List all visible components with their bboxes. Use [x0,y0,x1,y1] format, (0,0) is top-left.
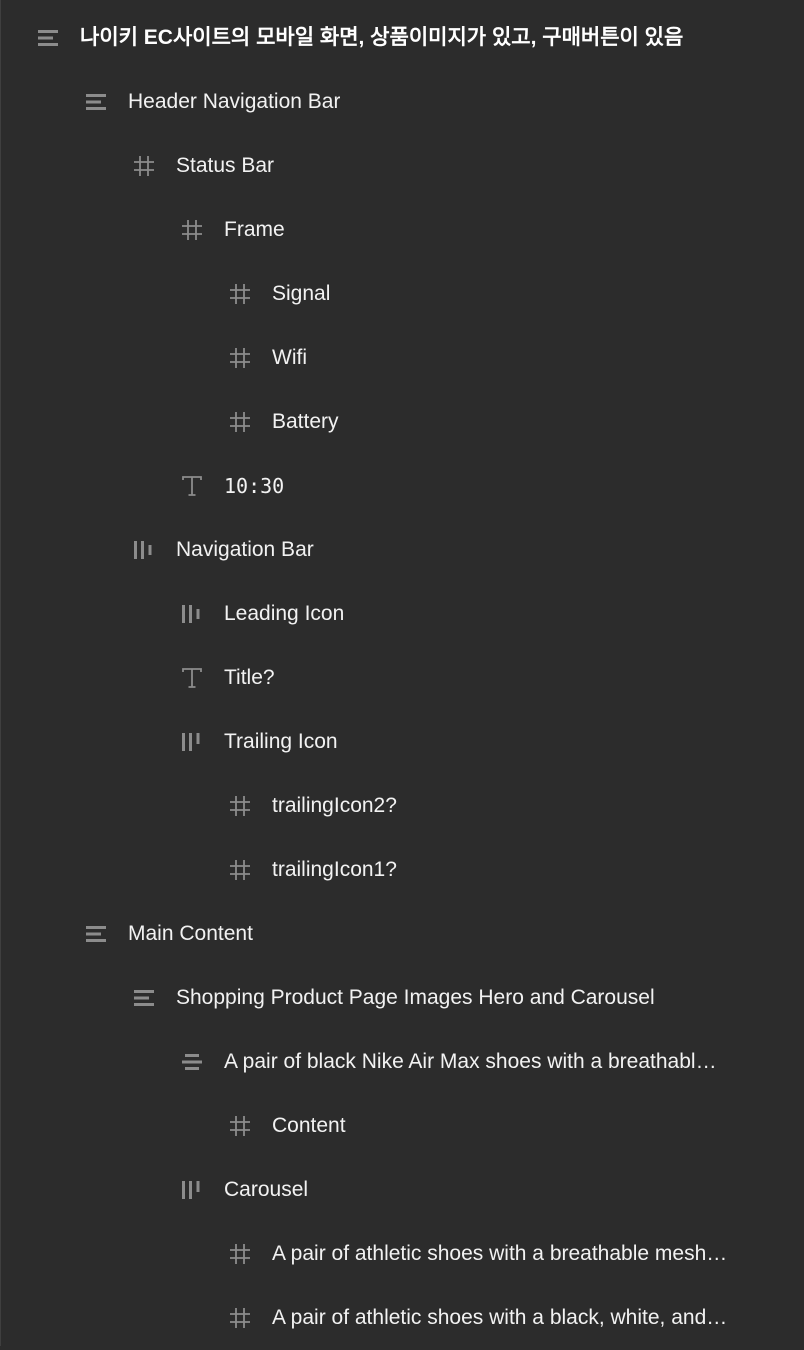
layer-label: Content [272,1114,346,1137]
layer-row-a-pair-of-athletic-shoes-with-a-black-white-and[interactable]: A pair of athletic shoes with a black, w… [0,1286,804,1350]
layer-label: Main Content [128,922,253,945]
layer-row-10-30[interactable]: 10:30 [0,454,804,518]
layer-row-carousel[interactable]: Carousel [0,1158,804,1222]
vertical-stack-icon [36,26,60,50]
layers-panel: 나이키 EC사이트의 모바일 화면, 상품이미지가 있고, 구매버튼이 있음 He… [0,6,804,1350]
layer-label: Shopping Product Page Images Hero and Ca… [176,986,655,1009]
layer-label: Signal [272,282,331,305]
frame-icon [228,1114,252,1138]
frame-icon [132,154,156,178]
frame-icon [180,218,204,242]
layer-row-trailingicon2[interactable]: trailingIcon2? [0,774,804,838]
layer-label: Leading Icon [224,602,345,625]
layer-row-title[interactable]: Title? [0,646,804,710]
layer-label: A pair of athletic shoes with a breathab… [272,1242,728,1265]
layer-label: Trailing Icon [224,730,338,753]
layer-label: trailingIcon2? [272,794,397,817]
frame-icon [228,410,252,434]
vertical-stack-icon [132,986,156,1010]
layer-label: 나이키 EC사이트의 모바일 화면, 상품이미지가 있고, 구매버튼이 있음 [80,26,684,49]
layer-row-shopping-product-page-images-hero-and-carousel[interactable]: Shopping Product Page Images Hero and Ca… [0,966,804,1030]
layer-row-content[interactable]: Content [0,1094,804,1158]
frame-icon [228,282,252,306]
layer-label: Header Navigation Bar [128,90,341,113]
layer-label: Carousel [224,1178,309,1201]
layer-row-battery[interactable]: Battery [0,390,804,454]
layer-row-status-bar[interactable]: Status Bar [0,134,804,198]
frame-icon [228,794,252,818]
layer-label: A pair of athletic shoes with a black, w… [272,1306,728,1329]
horizontal-stack-top-icon [180,730,204,754]
frame-icon [228,1306,252,1330]
layer-label: 10:30 [224,474,285,498]
layer-row-header-navigation-bar[interactable]: Header Navigation Bar [0,70,804,134]
vertical-stack-icon [84,922,108,946]
frame-icon [228,1242,252,1266]
layer-row-a-pair-of-athletic-shoes-with-a-breathable-mesh[interactable]: A pair of athletic shoes with a breathab… [0,1222,804,1286]
layer-row-signal[interactable]: Signal [0,262,804,326]
horizontal-stack-center-icon [180,602,204,626]
vertical-stack-icon [84,90,108,114]
layer-label: Title? [224,666,275,689]
horizontal-stack-top-icon [180,1178,204,1202]
layer-row-trailingicon1[interactable]: trailingIcon1? [0,838,804,902]
layer-label: Frame [224,218,285,241]
layer-label: Navigation Bar [176,538,314,561]
layer-label: Status Bar [176,154,275,177]
layer-row-a-pair-of-black-nike-air-max-shoes-with-a-breathabl[interactable]: A pair of black Nike Air Max shoes with … [0,1030,804,1094]
layer-row-trailing-icon[interactable]: Trailing Icon [0,710,804,774]
layer-label: Wifi [272,346,307,369]
layer-row-main-content[interactable]: Main Content [0,902,804,966]
text-icon [180,666,204,690]
horizontal-stack-center-icon [132,538,156,562]
layer-row-leading-icon[interactable]: Leading Icon [0,582,804,646]
layer-label: Battery [272,410,339,433]
vertical-stack-center-icon [180,1050,204,1074]
layer-label: trailingIcon1? [272,858,397,881]
layer-row-navigation-bar[interactable]: Navigation Bar [0,518,804,582]
frame-icon [228,346,252,370]
layer-row-wifi[interactable]: Wifi [0,326,804,390]
frame-icon [228,858,252,882]
layer-row-frame[interactable]: Frame [0,198,804,262]
layer-label: A pair of black Nike Air Max shoes with … [224,1050,717,1073]
text-icon [180,474,204,498]
layer-row-ec[interactable]: 나이키 EC사이트의 모바일 화면, 상품이미지가 있고, 구매버튼이 있음 [0,6,804,70]
